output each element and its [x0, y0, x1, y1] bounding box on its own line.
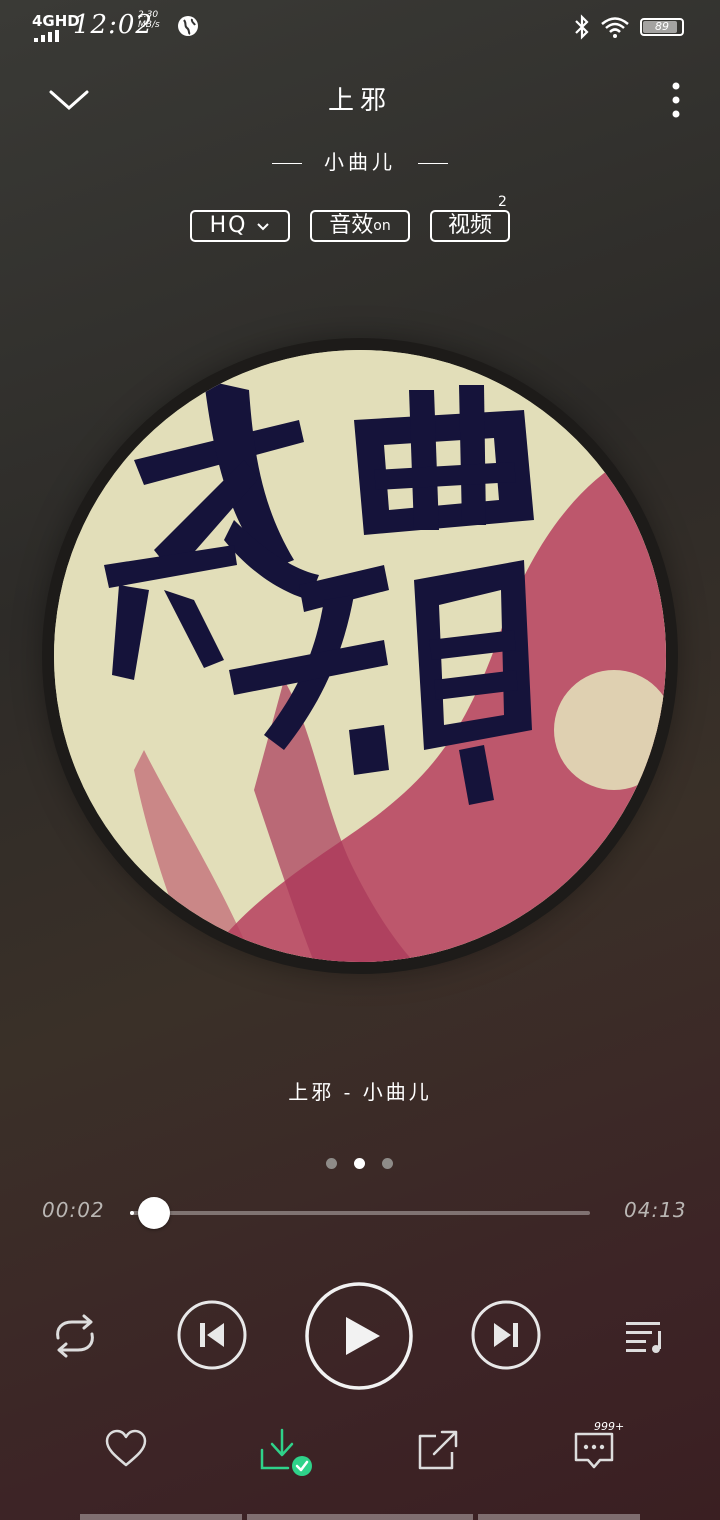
elapsed-time: 00:02 — [42, 1198, 105, 1222]
net-speed-value: 2.30 — [138, 10, 159, 20]
next-track-button[interactable] — [470, 1299, 542, 1371]
previous-track-button[interactable] — [176, 1299, 248, 1371]
globe-icon — [178, 16, 198, 36]
video-count-badge: 2 — [498, 194, 507, 210]
progress-fill — [130, 1211, 134, 1215]
status-bar: 4GHD 12:02 2.30 MB/s 89 — [0, 0, 720, 52]
battery-indicator: 89 — [640, 18, 684, 36]
net-speed-unit: MB/s — [138, 20, 160, 30]
divider-left — [272, 163, 302, 164]
artist-name: 小曲儿 — [324, 150, 396, 174]
video-button[interactable]: 视频 — [430, 210, 510, 242]
page-dot[interactable] — [326, 1158, 337, 1169]
total-time: 04:13 — [624, 1198, 687, 1222]
net-speed: 2.30 MB/s — [138, 10, 160, 30]
share-icon[interactable] — [416, 1428, 460, 1472]
comment-count-badge: 999+ — [594, 1420, 625, 1433]
play-button[interactable] — [304, 1281, 414, 1391]
sound-effect-state: on — [373, 218, 391, 234]
song-title: 上邪 — [327, 86, 392, 116]
chevron-down-icon — [257, 223, 270, 231]
heart-icon[interactable] — [104, 1427, 148, 1471]
progress-bar[interactable] — [130, 1197, 590, 1229]
video-label: 视频 — [447, 213, 492, 238]
download-icon[interactable] — [258, 1428, 314, 1478]
page-dot[interactable] — [382, 1158, 393, 1169]
divider-right — [418, 163, 448, 164]
quality-button[interactable]: HQ — [190, 210, 290, 242]
gesture-nav-bar[interactable] — [80, 1514, 640, 1520]
nav-segment[interactable] — [247, 1514, 473, 1520]
nav-segment[interactable] — [478, 1514, 640, 1520]
repeat-icon[interactable] — [50, 1314, 100, 1358]
quality-label: HQ — [209, 213, 248, 238]
sound-effect-label: 音效 — [329, 213, 374, 238]
album-cover-art — [54, 350, 666, 962]
wifi-icon — [601, 17, 629, 38]
comment-icon[interactable] — [572, 1430, 616, 1470]
page-dot-active[interactable] — [354, 1158, 365, 1169]
now-playing-line: 上邪 - 小曲儿 — [288, 1080, 432, 1104]
progress-handle[interactable] — [137, 1197, 170, 1229]
battery-percent: 89 — [655, 20, 669, 33]
signal-icon — [34, 30, 59, 42]
sound-effect-button[interactable]: 音效on — [310, 210, 410, 242]
playlist-icon[interactable] — [624, 1318, 666, 1356]
bluetooth-icon — [575, 14, 589, 40]
artist-line[interactable]: 小曲儿 — [0, 146, 720, 175]
more-options-icon[interactable] — [665, 80, 687, 120]
nav-segment[interactable] — [80, 1514, 242, 1520]
album-cover[interactable] — [54, 350, 666, 962]
